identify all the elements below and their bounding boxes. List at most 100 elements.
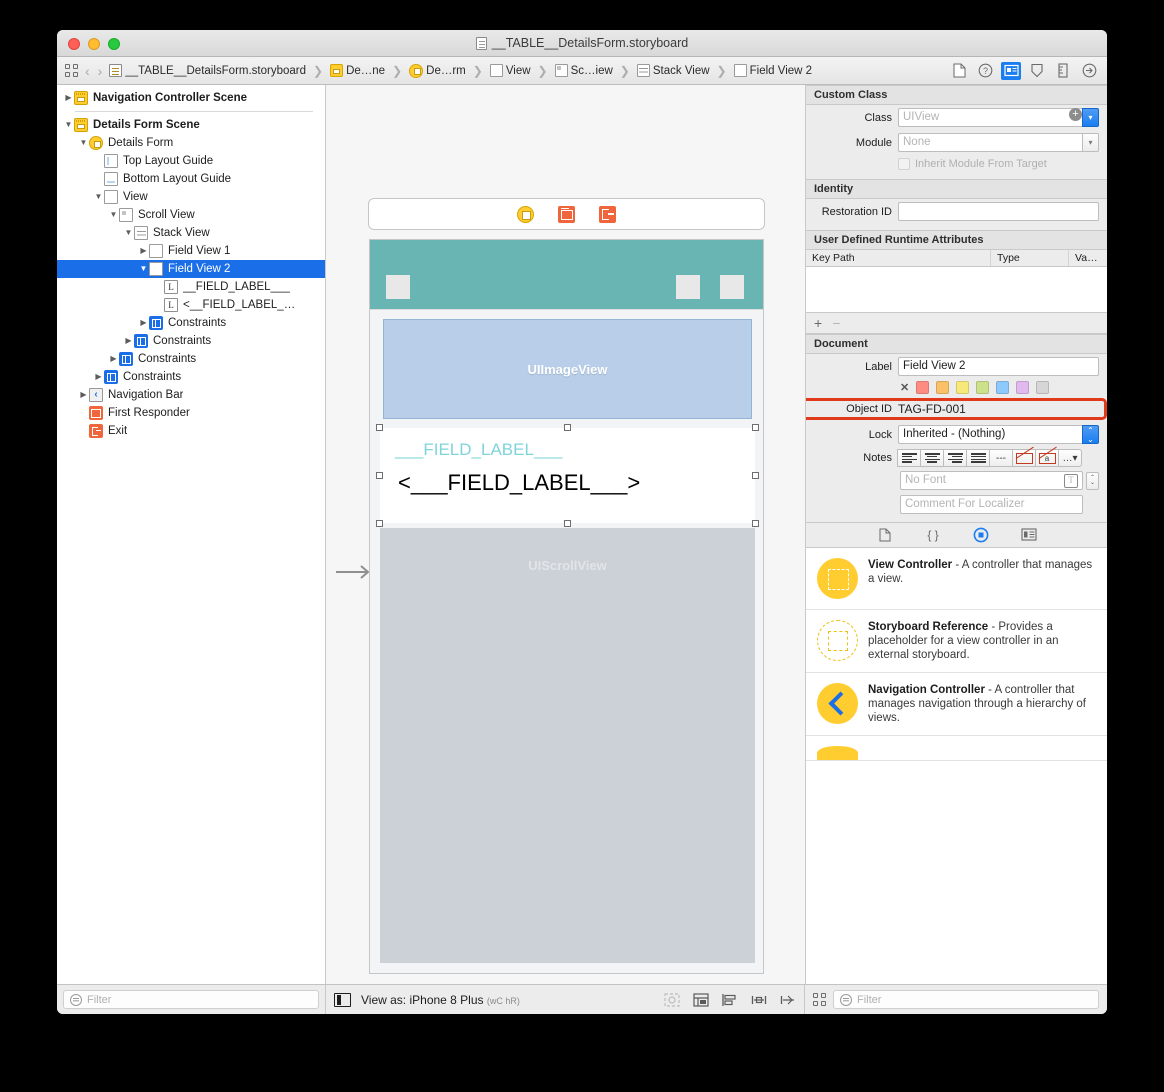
uiscrollview-preview[interactable]: UIScrollView [380, 528, 755, 963]
disclosure-triangle-icon[interactable]: ▶ [138, 314, 149, 332]
no-text-color-icon[interactable]: a [1035, 449, 1059, 467]
outline-row-field-label-1[interactable]: ▶ L __FIELD_LABEL___ [57, 278, 325, 296]
canvas-status-bar[interactable]: View as: iPhone 8 Plus (wC hR) [326, 985, 805, 1014]
lock-combo[interactable]: Inherited - (Nothing) ⌃ ⌄ [898, 425, 1099, 444]
size-inspector-icon[interactable] [1053, 62, 1073, 80]
restoration-id-input[interactable] [898, 202, 1099, 221]
navigation-bar-preview[interactable] [370, 240, 763, 309]
font-size-stepper[interactable]: ⌃ ⌄ [1086, 471, 1099, 490]
document-label-input[interactable]: Field View 2 [898, 357, 1099, 376]
breadcrumb-item-field-view-2[interactable]: Field View 2 [733, 64, 812, 77]
outline-row-bottom-layout-guide[interactable]: ▶ Bottom Layout Guide [57, 170, 325, 188]
inherit-module-checkbox[interactable]: Inherit Module From Target [898, 158, 1047, 170]
nav-bar-item-right-2[interactable] [720, 275, 744, 299]
swatch-gray[interactable] [1036, 381, 1050, 394]
chevron-down-icon[interactable]: ▾ [1082, 108, 1099, 127]
minimize-button[interactable] [88, 38, 100, 50]
remove-attribute-button[interactable]: − [832, 315, 840, 331]
disclosure-triangle-icon[interactable]: ▶ [78, 386, 89, 404]
outline-row-constraints-2[interactable]: ▶ Constraints [57, 332, 325, 350]
inherit-module-row[interactable]: Inherit Module From Target [814, 155, 1107, 173]
breadcrumb-item-view[interactable]: View [489, 64, 531, 77]
forward-button[interactable]: › [97, 63, 104, 79]
outline-row-field-view-1[interactable]: ▶ Field View 1 [57, 242, 325, 260]
embed-in-icon[interactable] [693, 992, 709, 1007]
exit-icon[interactable] [599, 205, 616, 223]
lock-input[interactable]: Inherited - (Nothing) [898, 425, 1082, 444]
view-as-text[interactable]: View as: iPhone 8 Plus (wC hR) [361, 993, 520, 1007]
quick-help-icon[interactable]: ? [975, 62, 995, 80]
object-library-icon[interactable] [972, 527, 990, 543]
notes-font-input[interactable]: No Font T [900, 471, 1083, 490]
field-label-main[interactable]: <___FIELD_LABEL___> [398, 470, 640, 496]
outline-row-constraints-4[interactable]: ▶ Constraints [57, 368, 325, 386]
selection-handle[interactable] [563, 520, 571, 527]
swatch-purple[interactable] [1016, 381, 1030, 394]
canvas-tool-buttons[interactable] [664, 992, 796, 1007]
document-label-field[interactable]: Label Field View 2 [814, 354, 1107, 379]
library-item-storyboard-reference[interactable]: Storyboard Reference - Provides a placeh… [806, 610, 1107, 673]
scene-dock[interactable] [368, 198, 765, 230]
outline-filter-input[interactable]: Filter [63, 990, 319, 1009]
first-responder-icon[interactable] [558, 205, 575, 223]
connections-inspector-icon[interactable] [1079, 62, 1099, 80]
field-label-top[interactable]: ___FIELD_LABEL___ [395, 440, 562, 460]
selection-handle[interactable] [376, 520, 383, 527]
identity-inspector-panel[interactable]: Custom Class Class UIView + ▾ Module Non… [805, 85, 1107, 984]
close-button[interactable] [68, 38, 80, 50]
device-preview[interactable]: UIImageView ___FIELD_LABEL___ <___FIELD_… [369, 239, 764, 974]
resolve-auto-layout-icon[interactable] [780, 993, 796, 1007]
swatch-yellow[interactable] [956, 381, 970, 394]
outline-toggle-icon[interactable] [65, 64, 78, 77]
breadcrumb-item-view-controller[interactable]: De…rm [409, 63, 466, 78]
outline-row-field-view-2[interactable]: ▼ Field View 2 [57, 260, 325, 278]
checkbox-icon[interactable] [898, 158, 910, 170]
inspector-scroll-area[interactable]: Custom Class Class UIView + ▾ Module Non… [806, 85, 1107, 522]
library-item-view-controller[interactable]: View Controller - A controller that mana… [806, 548, 1107, 610]
selection-handle[interactable] [376, 471, 383, 479]
stepper-chevrons-icon[interactable]: ⌃ ⌄ [1082, 425, 1099, 444]
library-item-navigation-controller[interactable]: Navigation Controller - A controller tha… [806, 673, 1107, 736]
add-attribute-button[interactable]: + [814, 315, 822, 331]
restoration-id-field[interactable]: Restoration ID [814, 199, 1107, 224]
runtime-attributes-table[interactable] [806, 267, 1107, 313]
field-view-2-selected[interactable]: ___FIELD_LABEL___ <___FIELD_LABEL___> [376, 424, 759, 527]
library-item-partial[interactable] [806, 736, 1107, 761]
outline-row-constraints-1[interactable]: ▶ Constraints [57, 314, 325, 332]
outline-row-exit[interactable]: ▶ Exit [57, 422, 325, 440]
runtime-attributes-toolbar[interactable]: + − [806, 313, 1107, 334]
outline-row-first-responder[interactable]: ▶ First Responder [57, 404, 325, 422]
disclosure-triangle-icon[interactable]: ▶ [93, 368, 104, 386]
nav-bar-item-left[interactable] [386, 275, 410, 299]
library-tabs[interactable]: { } [806, 521, 1107, 548]
align-left-icon[interactable] [897, 449, 921, 467]
add-class-icon[interactable]: + [1069, 108, 1082, 121]
dashes-icon[interactable]: --- [989, 449, 1013, 467]
breadcrumb-item-scroll-view[interactable]: Sc…iew [554, 64, 613, 77]
selection-handle[interactable] [752, 471, 759, 479]
align-icon[interactable] [722, 993, 738, 1007]
outline-filter-bar[interactable]: Filter [57, 985, 326, 1014]
media-library-icon[interactable] [1020, 527, 1038, 543]
align-center-icon[interactable] [920, 449, 944, 467]
module-combo[interactable]: None ▾ [898, 133, 1099, 152]
scroll-view-preview[interactable]: UIImageView ___FIELD_LABEL___ <___FIELD_… [370, 309, 763, 973]
module-field[interactable]: Module None ▾ [814, 130, 1107, 155]
file-inspector-icon[interactable] [949, 62, 969, 80]
disclosure-triangle-icon[interactable]: ▼ [63, 116, 74, 134]
disclosure-triangle-icon[interactable]: ▶ [63, 89, 74, 107]
disclosure-triangle-icon[interactable]: ▶ [138, 242, 149, 260]
selection-handle[interactable] [376, 424, 383, 431]
view-controller-icon[interactable] [517, 205, 534, 223]
outline-row-stack-view[interactable]: ▼ Stack View [57, 224, 325, 242]
code-snippet-library-icon[interactable]: { } [924, 527, 942, 543]
disclosure-triangle-icon[interactable]: ▼ [93, 188, 104, 206]
more-options-icon[interactable]: …▾ [1058, 449, 1082, 467]
swatch-orange[interactable] [936, 381, 950, 394]
selection-handle[interactable] [752, 424, 759, 431]
chevron-down-icon[interactable]: ▾ [1082, 133, 1099, 152]
class-combo[interactable]: UIView + ▾ [898, 108, 1099, 127]
outline-row-constraints-3[interactable]: ▶ Constraints [57, 350, 325, 368]
no-fill-color-icon[interactable] [1012, 449, 1036, 467]
disclosure-triangle-icon[interactable]: ▶ [108, 350, 119, 368]
